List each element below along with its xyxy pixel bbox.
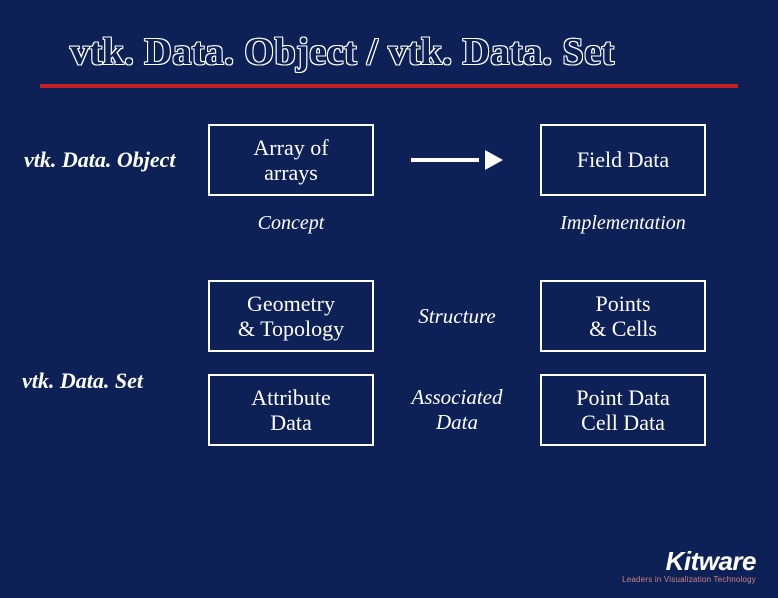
box-text: Points& Cells: [546, 291, 700, 342]
box-array-of-arrays: Array ofarrays: [208, 124, 374, 196]
box-text: Geometry& Topology: [214, 291, 368, 342]
logo-text: Kitware: [622, 546, 756, 577]
column-headers: Concept Implementation: [22, 212, 746, 250]
box-geometry-topology: Geometry& Topology: [208, 280, 374, 352]
box-text: Point DataCell Data: [546, 385, 700, 436]
mid-associated: AssociatedData: [374, 385, 540, 435]
diagram-area: vtk. Data. Object Array ofarrays Field D…: [0, 88, 778, 446]
slide-title: vtk. Data. Object / vtk. Data. Set: [0, 0, 778, 84]
box-text: Array ofarrays: [214, 135, 368, 186]
row-dataobject: vtk. Data. Object Array ofarrays Field D…: [22, 124, 746, 196]
box-points-cells: Points& Cells: [540, 280, 706, 352]
box-text: Field Data: [546, 147, 700, 172]
box-field-data: Field Data: [540, 124, 706, 196]
header-implementation: Implementation: [540, 212, 706, 250]
mid-text: AssociatedData: [412, 385, 503, 435]
row-geometry: Geometry& Topology Structure Points& Cel…: [22, 280, 746, 352]
logo: Kitware Leaders in Visualization Technol…: [622, 546, 756, 584]
header-concept: Concept: [208, 212, 374, 250]
logo-tagline: Leaders in Visualization Technology: [622, 575, 756, 584]
arrow-container: [374, 150, 540, 170]
mid-structure: Structure: [374, 304, 540, 329]
label-dataset: vtk. Data. Set: [22, 368, 143, 394]
box-text: AttributeData: [214, 385, 368, 436]
box-attribute-data: AttributeData: [208, 374, 374, 446]
label-dataobject: vtk. Data. Object: [22, 147, 208, 173]
box-pointdata-celldata: Point DataCell Data: [540, 374, 706, 446]
arrow-icon: [411, 150, 503, 170]
